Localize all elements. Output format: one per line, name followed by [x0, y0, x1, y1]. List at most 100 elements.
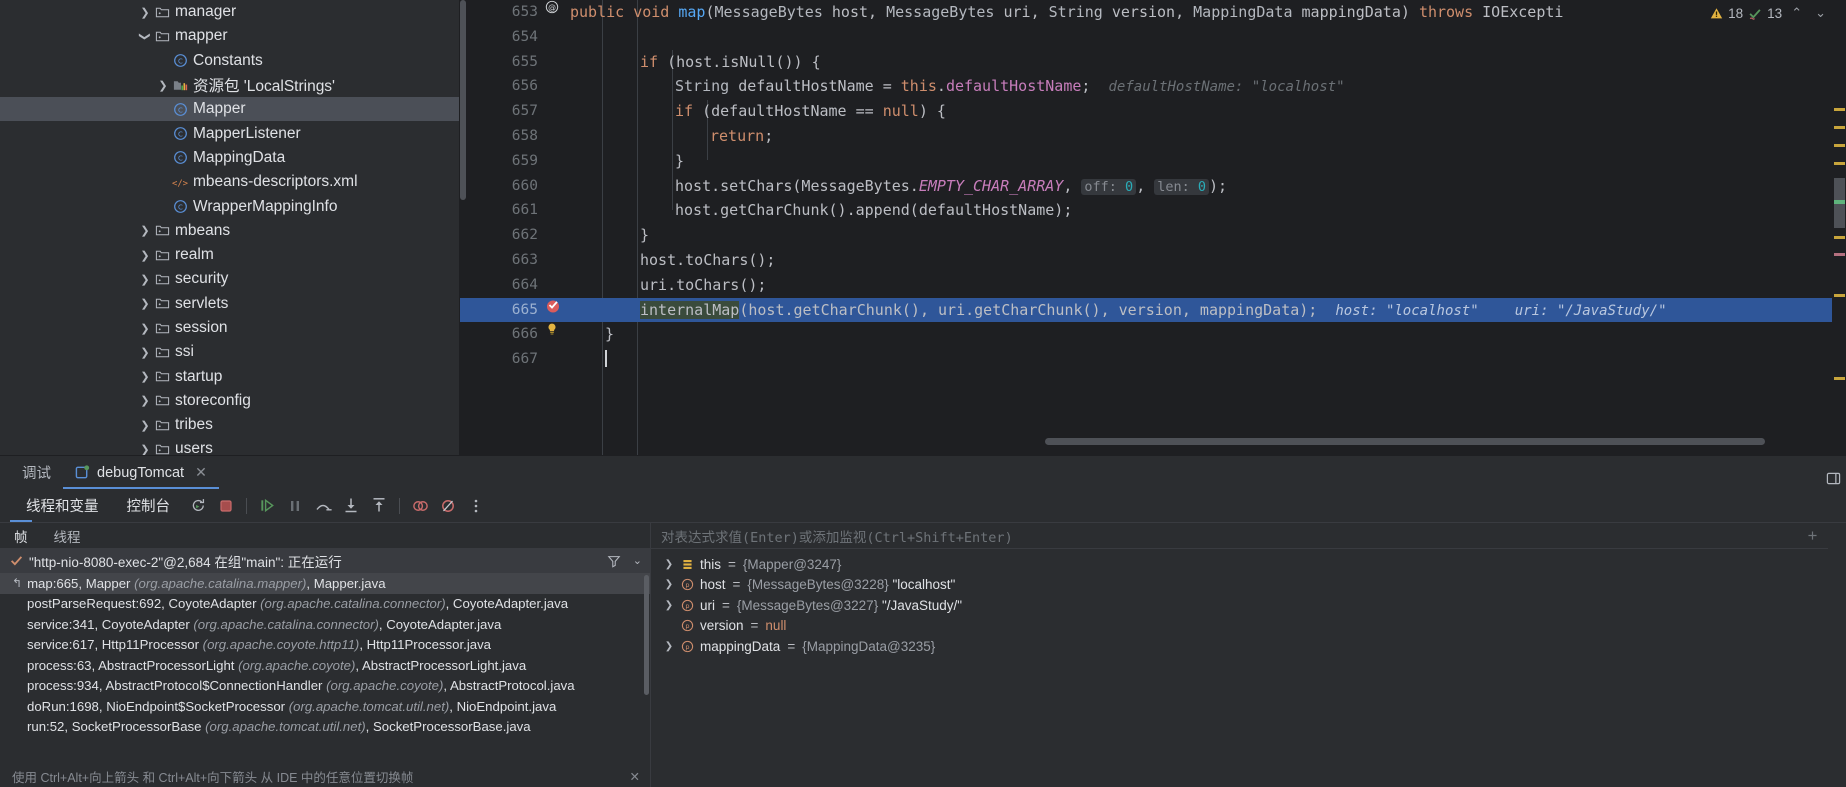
- prev-problem-icon[interactable]: ⌃: [1787, 5, 1806, 21]
- add-watch-icon[interactable]: [1806, 529, 1819, 542]
- chevron-down-icon[interactable]: ❯: [139, 29, 152, 43]
- variable-row[interactable]: ❯ p uri = {MessageBytes@3227} "/JavaStudy/": [651, 595, 1846, 616]
- variable-row[interactable]: ❯ this = {Mapper@3247}: [651, 554, 1846, 575]
- chevron-right-icon[interactable]: ❯: [138, 346, 152, 359]
- frame-row[interactable]: ↰ map:665, Mapper (org.apache.catalina.ma…: [0, 573, 650, 594]
- code-line-660[interactable]: 660 host.setChars(MessageBytes.EMPTY_CHAR…: [460, 174, 1846, 199]
- filter-icon[interactable]: [607, 554, 621, 568]
- code-line-659[interactable]: 659}: [460, 149, 1846, 174]
- chevron-right-icon[interactable]: ❯: [138, 249, 152, 262]
- frames-hint-close-icon[interactable]: ✕: [630, 769, 640, 784]
- code-line-658[interactable]: 658 return;: [460, 124, 1846, 149]
- variables-list[interactable]: ❯ this = {Mapper@3247} ❯ p host = {MessageBytes@…: [651, 549, 1846, 787]
- code-line-661[interactable]: 661 host.getCharChunk().append(defaultHos…: [460, 198, 1846, 223]
- code-line-663[interactable]: 663 host.toChars();: [460, 248, 1846, 273]
- annotation-marker-icon[interactable]: @: [545, 0, 567, 14]
- frame-row[interactable]: doRun:1698, NioEndpoint$SocketProcessor …: [0, 696, 650, 717]
- code-line-666[interactable]: 666}: [460, 322, 1846, 347]
- tree-item-storeconfig[interactable]: ❯ storeconfig: [0, 389, 459, 413]
- chevron-right-icon[interactable]: ❯: [138, 394, 152, 407]
- tree-item-mapper[interactable]: ❯ mapper: [0, 24, 459, 48]
- frame-row[interactable]: process:934, AbstractProtocol$Connection…: [0, 676, 650, 697]
- chevron-right-icon[interactable]: ❯: [138, 370, 152, 383]
- frame-row[interactable]: postParseRequest:692, CoyoteAdapter (org…: [0, 594, 650, 615]
- step-out-icon[interactable]: [365, 492, 393, 520]
- next-problem-icon[interactable]: ⌄: [1811, 5, 1830, 21]
- layout-settings-icon[interactable]: [1826, 471, 1841, 486]
- threads-and-variables-tab[interactable]: 线程和变量: [12, 495, 113, 516]
- frame-row[interactable]: process:63, AbstractProcessorLight (org.…: [0, 655, 650, 676]
- tree-item-mapperlistener[interactable]: C MapperListener: [0, 121, 459, 145]
- breakpoint-icon[interactable]: [545, 298, 567, 314]
- stop-icon[interactable]: [212, 492, 240, 520]
- project-tree[interactable]: ❯ manager ❯ mapper C Constants ❯ 资源包 'LocalStri…: [0, 0, 460, 455]
- editor-inspection-status[interactable]: 18 13 ⌃ ⌄: [1702, 3, 1832, 23]
- chevron-right-icon[interactable]: ❯: [663, 579, 675, 590]
- chevron-right-icon[interactable]: ❯: [138, 297, 152, 310]
- tree-item-users[interactable]: ❯ users: [0, 437, 459, 455]
- code-line-664[interactable]: 664 uri.toChars();: [460, 273, 1846, 298]
- tree-item-mappingdata[interactable]: C MappingData: [0, 146, 459, 170]
- chevron-right-icon[interactable]: ❯: [663, 559, 675, 570]
- code-line-667[interactable]: 667: [460, 347, 1846, 372]
- tree-item-constants[interactable]: C Constants: [0, 49, 459, 73]
- thread-selector[interactable]: "http-nio-8080-exec-2"@2,684 在组"main": 正…: [0, 548, 650, 573]
- mute-breakpoints-icon[interactable]: [406, 492, 434, 520]
- step-into-icon[interactable]: [337, 492, 365, 520]
- code-line-657[interactable]: 657 if (defaultHostName == null) {: [460, 99, 1846, 124]
- tab-debug[interactable]: 调试: [10, 456, 63, 489]
- tree-item-manager[interactable]: ❯ manager: [0, 0, 459, 24]
- tree-item--localstrings-[interactable]: ❯ 资源包 'LocalStrings': [0, 73, 459, 97]
- tree-item-tribes[interactable]: ❯ tribes: [0, 413, 459, 437]
- chevron-right-icon[interactable]: ❯: [138, 322, 152, 335]
- variable-row[interactable]: ❯ p mappingData = {MappingData@3235}: [651, 636, 1846, 657]
- pause-icon[interactable]: [281, 492, 309, 520]
- chevron-right-icon[interactable]: ❯: [663, 641, 675, 652]
- chevron-right-icon[interactable]: ❯: [138, 6, 152, 19]
- step-over-icon[interactable]: [309, 492, 337, 520]
- code-line-662[interactable]: 662}: [460, 223, 1846, 248]
- frames-scrollbar[interactable]: [644, 575, 649, 695]
- chevron-right-icon[interactable]: ❯: [138, 419, 152, 432]
- tab-threads[interactable]: 线程: [54, 526, 81, 546]
- tree-item-mbeans-descriptors-xml[interactable]: </> mbeans-descriptors.xml: [0, 170, 459, 194]
- tree-item-mbeans[interactable]: ❯ mbeans: [0, 219, 459, 243]
- tree-item-ssi[interactable]: ❯ ssi: [0, 340, 459, 364]
- variable-row[interactable]: ❯ p host = {MessageBytes@3228} "localhost": [651, 575, 1846, 596]
- code-line-655[interactable]: 655 if (host.isNull()) {: [460, 50, 1846, 75]
- code-line-665[interactable]: 665 internalMap(host.getCharChunk(), uri.…: [460, 297, 1846, 323]
- tab-debug-tomcat[interactable]: debugTomcat ✕: [63, 456, 219, 489]
- close-tab-icon[interactable]: ✕: [191, 464, 207, 481]
- console-tab[interactable]: 控制台: [113, 495, 185, 516]
- code-line-656[interactable]: 656 String defaultHostName = this.default…: [460, 74, 1846, 99]
- chevron-right-icon[interactable]: ❯: [156, 79, 170, 92]
- rerun-icon[interactable]: [184, 492, 212, 520]
- chevron-right-icon[interactable]: ❯: [138, 443, 152, 455]
- frame-row[interactable]: service:341, CoyoteAdapter (org.apache.c…: [0, 614, 650, 635]
- evaluate-expression-input[interactable]: 对表达式求值(Enter)或添加监视(Ctrl+Shift+Enter) ⌄: [651, 523, 1846, 549]
- frame-list[interactable]: ↰ map:665, Mapper (org.apache.catalina.ma…: [0, 573, 650, 765]
- tree-item-session[interactable]: ❯ session: [0, 316, 459, 340]
- tree-item-servlets[interactable]: ❯ servlets: [0, 292, 459, 316]
- code-line-653[interactable]: 653 @ public void map(MessageBytes host, M…: [460, 0, 1846, 25]
- tree-item-mapper[interactable]: C Mapper: [0, 97, 459, 122]
- tree-item-realm[interactable]: ❯ realm: [0, 243, 459, 267]
- view-breakpoints-icon[interactable]: [434, 492, 462, 520]
- frame-row[interactable]: service:617, Http11Processor (org.apache…: [0, 635, 650, 656]
- editor-error-stripe[interactable]: [1832, 0, 1846, 455]
- frame-row[interactable]: run:52, SocketProcessorBase (org.apache.…: [0, 717, 650, 738]
- editor-horizontal-scrollbar[interactable]: [1045, 438, 1765, 445]
- chevron-right-icon[interactable]: ❯: [138, 273, 152, 286]
- intention-bulb-icon[interactable]: [545, 322, 567, 336]
- code-line-654[interactable]: 654: [460, 25, 1846, 50]
- tree-item-wrappermappinginfo[interactable]: C WrapperMappingInfo: [0, 194, 459, 218]
- tree-item-startup[interactable]: ❯ startup: [0, 364, 459, 388]
- more-options-icon[interactable]: [462, 492, 490, 520]
- thread-dropdown-icon[interactable]: ⌄: [627, 554, 642, 567]
- chevron-right-icon[interactable]: ❯: [663, 600, 675, 611]
- tree-item-security[interactable]: ❯ security: [0, 267, 459, 291]
- code-editor[interactable]: 18 13 ⌃ ⌄ 653 @ public void map(MessageByt…: [460, 0, 1846, 455]
- chevron-right-icon[interactable]: ❯: [138, 224, 152, 237]
- variable-row[interactable]: p version = null: [651, 616, 1846, 637]
- resume-icon[interactable]: [253, 492, 281, 520]
